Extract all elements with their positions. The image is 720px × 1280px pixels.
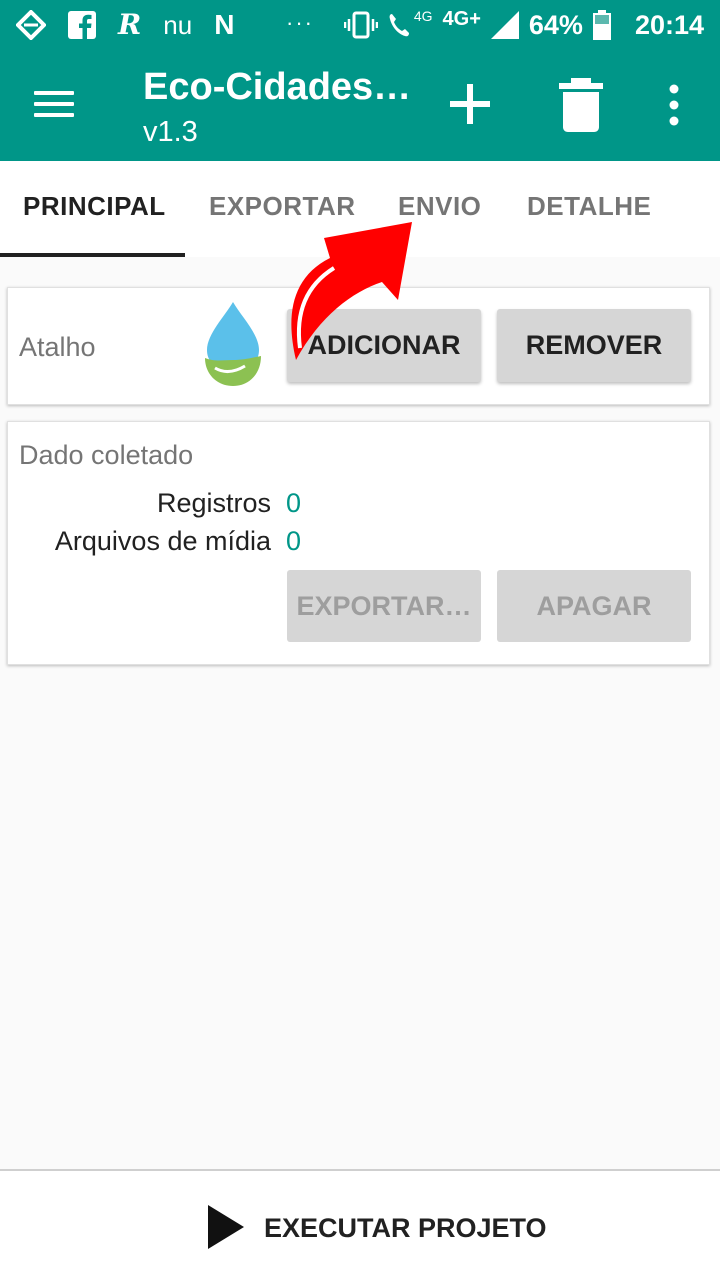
tab-bar: PRINCIPAL EXPORTAR ENVIO DETALHE [0,161,720,257]
active-tab-indicator [0,253,185,257]
n-app-icon: N [214,9,235,40]
clock: 20:14 [634,9,704,40]
status-bar: R nu N ··· 4G 4G+ 64% 20:14 [0,0,720,50]
r-app-icon: R [118,8,142,41]
media-files-value: 0 [286,526,302,556]
remove-shortcut-button[interactable]: REMOVER [497,309,691,382]
menu-icon[interactable] [26,84,82,126]
run-project-label: EXECUTAR PROJETO [264,1213,547,1243]
battery-icon [592,10,611,40]
tab-exportar[interactable]: EXPORTAR [209,191,356,222]
signal-icon [490,11,519,39]
vibrate-icon [343,11,378,39]
app-logo-icon [205,302,261,386]
add-shortcut-button[interactable]: ADICIONAR [287,309,481,382]
delete-data-button[interactable]: APAGAR [497,570,691,642]
add-icon[interactable] [446,80,494,128]
shortcut-label: Atalho [19,332,96,362]
bank-icon [16,10,46,40]
facebook-icon [68,11,96,39]
collected-data-card: Dado coletado Registros 0 Arquivos de mí… [7,421,710,665]
run-project-bar[interactable]: EXECUTAR PROJETO [0,1169,720,1280]
tab-detalhe[interactable]: DETALHE [527,191,651,222]
overflow-menu-icon[interactable] [656,80,692,130]
media-files-label: Arquivos de mídia [54,526,271,556]
records-label: Registros [156,488,271,518]
shortcut-card: Atalho ADICIONAR REMOVER [7,287,710,405]
app-bar: Eco-Cidades… v1.3 [0,50,720,161]
app-version: v1.3 [143,116,198,148]
volte-call-icon [389,14,409,37]
tab-principal[interactable]: PRINCIPAL [23,191,166,222]
nu-icon: nu [163,10,193,40]
app-title: Eco-Cidades… [143,66,412,108]
system-status: 4G 4G+ 64% 20:14 [343,8,704,42]
network-type-label: 4G+ [442,8,481,30]
collected-data-title: Dado coletado [19,440,194,470]
network-small-label: 4G [413,8,433,24]
tab-envio[interactable]: ENVIO [398,191,481,222]
play-icon [208,1205,244,1249]
more-notifications-dots: ··· [286,10,314,35]
records-value: 0 [286,488,302,518]
battery-percent: 64% [528,9,583,40]
export-button[interactable]: EXPORTAR… [287,570,481,642]
notification-icons: R nu N [16,8,234,42]
trash-icon[interactable] [556,78,606,132]
